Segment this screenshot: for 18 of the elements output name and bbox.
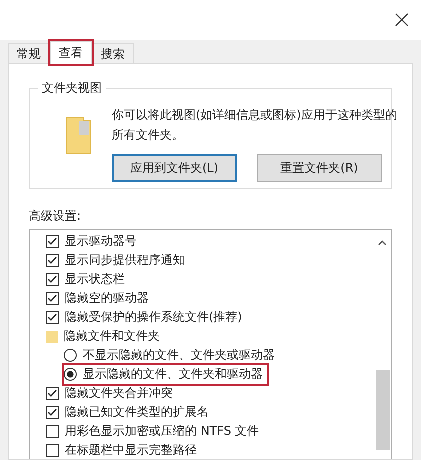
option-label[interactable]: 隐藏空的驱动器 (65, 289, 149, 308)
option-label[interactable]: 用彩色显示加密或压缩的 NTFS 文件 (65, 422, 260, 441)
button[interactable]: 重置文件夹(R) (257, 154, 382, 182)
tab[interactable]: 查看 (50, 41, 92, 64)
option-label[interactable]: 显示同步提供程序通知 (65, 251, 185, 270)
option-label[interactable]: 隐藏文件夹合并冲突 (65, 384, 173, 403)
option-label[interactable]: 隐藏已知文件类型的扩展名 (65, 403, 209, 422)
tab[interactable]: 常规 (8, 43, 50, 63)
option-label[interactable]: 显示状态栏 (65, 270, 125, 289)
option-label[interactable]: 隐藏受保护的操作系统文件(推荐) (65, 308, 242, 327)
section-label: 高级设置: (29, 208, 82, 225)
tab[interactable]: 搜索 (92, 43, 134, 63)
option-label[interactable]: 隐藏文件和文件夹 (64, 327, 160, 346)
button[interactable]: 应用到文件夹(L) (112, 154, 237, 182)
description: 你可以将此视图(如详细信息或图标)应用于这种类型的所有文件夹。 (112, 107, 398, 144)
group-title: 文件夹视图 (38, 79, 106, 97)
option-label[interactable]: 显示驱动器号 (65, 232, 137, 251)
option-label[interactable]: 在标题栏中显示完整路径 (65, 441, 197, 459)
